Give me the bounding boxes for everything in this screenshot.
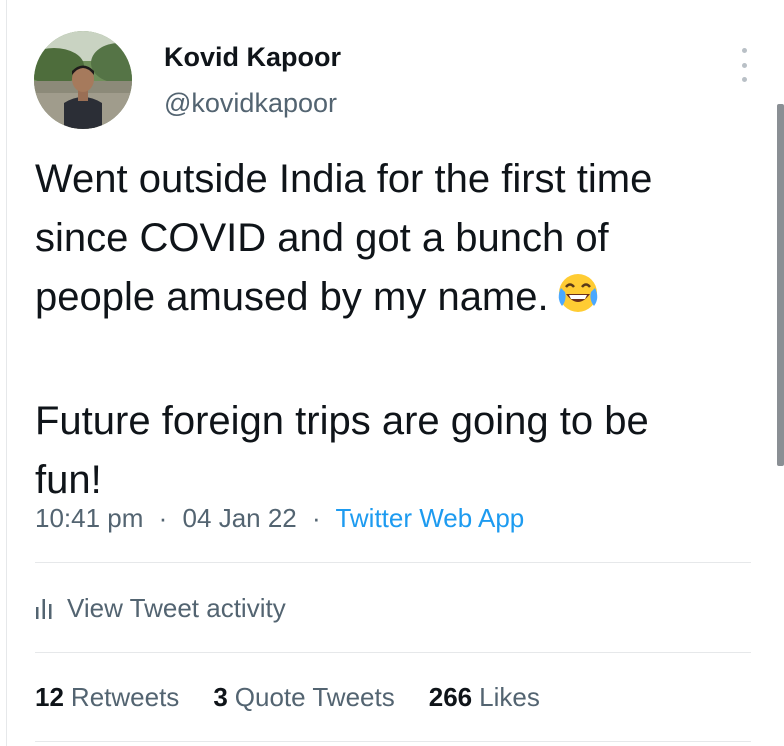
tweet-line: Went outside India for the first time: [35, 157, 653, 201]
analytics-bar-icon: [35, 595, 53, 626]
author-display-name[interactable]: Kovid Kapoor: [164, 42, 341, 73]
scrollbar[interactable]: [777, 104, 784, 466]
tweet-meta: 10:41 pm · 04 Jan 22 · Twitter Web App: [35, 503, 524, 534]
tweet-text: Went outside India for the first time si…: [35, 150, 750, 510]
quote-tweets-count: 3: [213, 682, 228, 712]
tweet-date[interactable]: 04 Jan 22: [183, 503, 297, 533]
tweet-line: Future foreign trips are going to be: [35, 399, 649, 443]
author-handle[interactable]: @kovidkapoor: [164, 88, 337, 119]
likes-stat[interactable]: 266 Likes: [429, 682, 540, 713]
left-border: [6, 0, 7, 746]
tweet-detail-page: Kovid Kapoor @kovidkapoor Went outside I…: [0, 0, 784, 746]
more-options-button[interactable]: [734, 48, 754, 82]
laughing-tears-emoji: [555, 270, 601, 333]
tweet-line-text: people amused by my name.: [35, 275, 549, 319]
view-tweet-activity-label: View Tweet activity: [67, 593, 286, 623]
more-dot-icon: [741, 77, 747, 82]
avatar[interactable]: [34, 31, 132, 129]
tweet-line: since COVID and got a bunch of: [35, 216, 609, 260]
likes-count: 266: [428, 682, 473, 712]
tweet-stats: 12 Retweets 3 Quote Tweets 266 Likes: [35, 682, 574, 713]
divider: [35, 562, 751, 563]
retweets-count: 12: [35, 682, 64, 712]
divider: [35, 741, 751, 742]
more-dot-icon: [741, 48, 747, 53]
likes-label: Likes: [479, 682, 540, 712]
retweets-label: Retweets: [70, 682, 180, 712]
retweets-stat[interactable]: 12 Retweets: [35, 682, 179, 713]
quote-tweets-label: Quote Tweets: [234, 682, 395, 712]
meta-separator: ·: [312, 503, 321, 533]
profile-photo-icon: [34, 31, 132, 129]
tweet-line: fun!: [35, 458, 102, 502]
divider: [35, 652, 751, 653]
view-tweet-activity-button[interactable]: View Tweet activity: [35, 591, 286, 626]
tweet-time[interactable]: 10:41 pm: [35, 503, 143, 533]
meta-separator: ·: [158, 503, 168, 533]
quote-tweets-stat[interactable]: 3 Quote Tweets: [213, 682, 394, 713]
tweet-source-link[interactable]: Twitter Web App: [335, 503, 524, 533]
more-dot-icon: [741, 62, 747, 68]
tweet-line: people amused by my name.: [35, 268, 750, 333]
